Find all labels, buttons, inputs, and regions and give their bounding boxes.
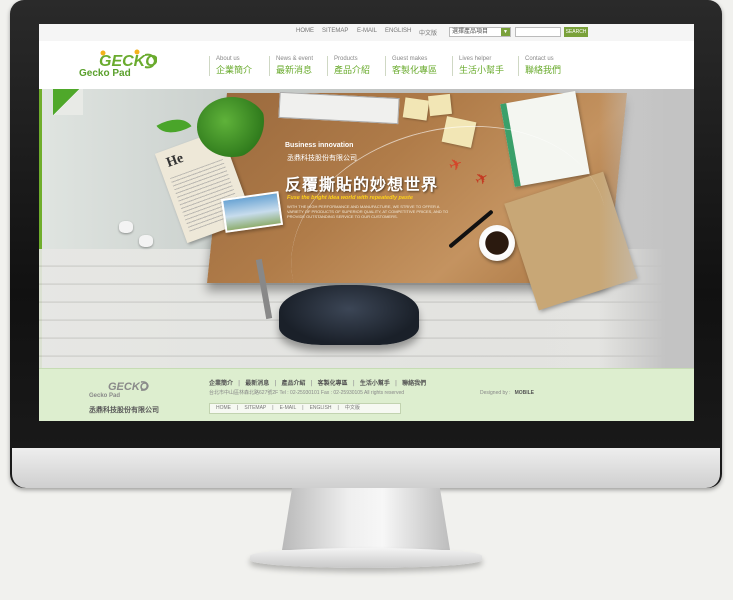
right-fade (599, 89, 694, 368)
footer-company: 丞鼎科技股份有限公司 (89, 406, 159, 414)
nav-zh-label: 產品介紹 (334, 66, 371, 76)
monitor-chin (12, 448, 720, 488)
top-link-home[interactable]: HOME (296, 28, 314, 34)
paper-ball-icon (139, 235, 153, 247)
nav-en-label: Products (334, 56, 358, 62)
footer-link-contact[interactable]: 聯絡我們 (402, 380, 426, 387)
footer-bottom-chinese[interactable]: 中文版 (339, 405, 366, 411)
nav-item-news[interactable]: News & event 最新消息 (269, 56, 313, 76)
top-link-sitemap[interactable]: SITEMAP (322, 28, 348, 34)
top-utility-bar: HOME SITEMAP E-MAIL ENGLISH 中文版 選擇產品項目 ▼… (39, 24, 694, 42)
hero-kicker: Business innovation (285, 142, 354, 149)
paper-ball-icon (119, 221, 133, 233)
page-curl-corner (53, 89, 83, 115)
designed-by: Designed by : MOBILE (480, 390, 534, 396)
nav-item-custom[interactable]: Guest makes 客製化專區 (385, 56, 437, 76)
footer-link-news[interactable]: 最新消息 (245, 380, 269, 387)
nav-item-products[interactable]: Products 產品介紹 (327, 56, 370, 76)
footer-gecko-logo-icon[interactable]: GECKO (107, 378, 149, 394)
designer-name[interactable]: MOBILE (515, 390, 534, 396)
website-screen: HOME SITEMAP E-MAIL ENGLISH 中文版 選擇產品項目 ▼… (39, 24, 694, 421)
footer-nav: 企業簡介 | 最新消息 | 產品介紹 | 客製化專區 | 生活小幫手 | 聯絡我們 (209, 380, 427, 387)
nav-en-label: Lives helper (459, 56, 492, 62)
nav-zh-label: 最新消息 (276, 66, 313, 76)
footer-address: 台北市中山區林森北路627號2F Tel : 02-25930101 Fax :… (209, 390, 405, 396)
footer-bottom-sitemap[interactable]: SITEMAP (238, 405, 272, 411)
footer-logo-word: GECKO (108, 381, 149, 393)
footer-link-helper[interactable]: 生活小幫手 (360, 380, 390, 387)
footer-link-products[interactable]: 產品介紹 (281, 380, 305, 387)
product-category-value: 選擇產品項目 (452, 29, 489, 35)
sticky-note (402, 97, 430, 121)
footer-brand-name: Gecko Pad (89, 393, 121, 399)
footer-utility-bar: HOME | SITEMAP | E-MAIL | ENGLISH | 中文版 (209, 403, 401, 414)
top-link-chinese[interactable]: 中文版 (419, 28, 437, 37)
nav-en-label: Contact us (525, 56, 554, 62)
top-link-english[interactable]: ENGLISH (385, 28, 411, 34)
nav-en-label: About us (216, 56, 240, 62)
nav-item-helper[interactable]: Lives helper 生活小幫手 (452, 56, 504, 76)
footer-bottom-home[interactable]: HOME (210, 405, 237, 411)
hero-paragraph: WITH THE HIGH PERFORMANCE AND MANUFACTUR… (287, 204, 449, 219)
monitor-stand (282, 488, 450, 550)
nav-item-contact[interactable]: Contact us 聯絡我們 (518, 56, 561, 76)
product-category-select[interactable]: 選擇產品項目 ▼ (449, 27, 511, 37)
search-button[interactable]: SEARCH (564, 27, 588, 37)
hero-headline: 反覆撕貼的妙想世界 (285, 175, 439, 194)
footer-bottom-english[interactable]: ENGLISH (304, 405, 338, 411)
site-header: GECKO Gecko Pad About us 企業簡介 News & eve… (39, 41, 694, 89)
nav-zh-label: 生活小幫手 (459, 66, 505, 76)
sticky-note (428, 93, 452, 117)
hero-company: 丞鼎科技股份有限公司 (287, 154, 357, 162)
nav-zh-label: 客製化專區 (392, 66, 438, 76)
hero-banner: He ✈ ✈ Business innovation 丞鼎科技股份有限公司 反覆… (39, 89, 694, 368)
nav-zh-label: 企業簡介 (216, 66, 253, 76)
chevron-down-icon: ▼ (501, 28, 510, 36)
nav-en-label: Guest makes (392, 56, 428, 62)
leaf-icon (156, 110, 192, 142)
site-footer: GECKO Gecko Pad 丞鼎科技股份有限公司 企業簡介 | 最新消息 | 產品介… (39, 368, 694, 421)
monitor-base (250, 548, 482, 568)
nav-item-about[interactable]: About us 企業簡介 (209, 56, 252, 76)
designed-by-label: Designed by : (480, 390, 511, 396)
brand-name: Gecko Pad (79, 68, 131, 79)
top-link-email[interactable]: E-MAIL (357, 28, 377, 34)
plant-image (197, 97, 267, 157)
nav-en-label: News & event (276, 56, 314, 62)
hero-tagline: Fuse the bright idea world with repeated… (287, 195, 413, 201)
nav-zh-label: 聯絡我們 (525, 66, 562, 76)
footer-link-about[interactable]: 企業簡介 (209, 380, 233, 387)
footer-link-custom[interactable]: 客製化專區 (318, 380, 348, 387)
footer-bottom-email[interactable]: E-MAIL (274, 405, 303, 411)
search-input[interactable] (515, 27, 561, 37)
